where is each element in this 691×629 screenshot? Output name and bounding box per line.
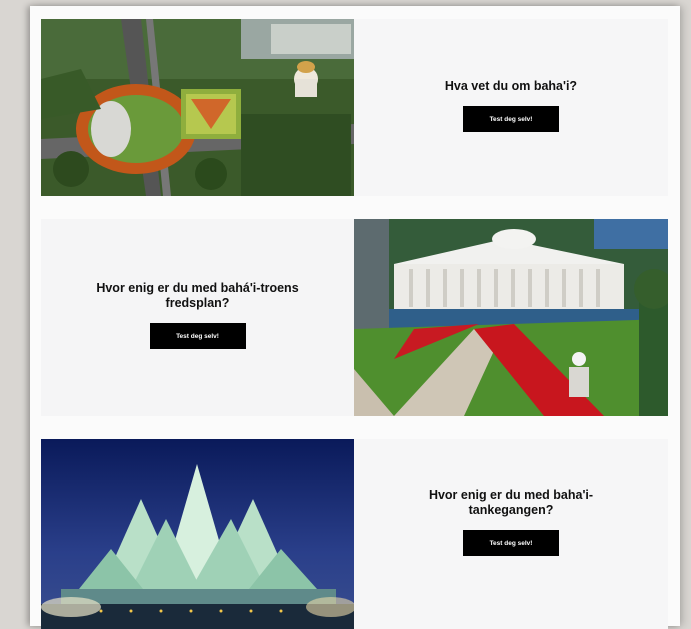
test-yourself-button[interactable]: Test deg selv! [149, 323, 246, 349]
page-frame: Hva vet du om baha'i? Test deg selv! Hvo… [30, 6, 680, 629]
section-heading: Hvor enig er du med bahá'i-troens fredsp… [96, 281, 299, 310]
quiz-cta-2: Hvor enig er du med bahá'i-troens fredsp… [41, 281, 354, 349]
quiz-section-1: Hva vet du om baha'i? Test deg selv! [41, 19, 668, 196]
quiz-section-2: Hvor enig er du med bahá'i-troens fredsp… [41, 219, 668, 416]
quiz-cta-1: Hva vet du om baha'i? Test deg selv! [354, 79, 668, 132]
section-heading: Hvor enig er du med baha'i-tankegangen? [428, 488, 594, 517]
quiz-cta-3: Hvor enig er du med baha'i-tankegangen? … [354, 488, 668, 556]
test-yourself-button[interactable]: Test deg selv! [463, 530, 559, 556]
white-building-garden-image [354, 219, 668, 416]
section-heading: Hva vet du om baha'i? [444, 79, 578, 93]
terraced-gardens-image [41, 19, 354, 196]
test-yourself-button[interactable]: Test deg selv! [463, 106, 559, 132]
lotus-temple-image [41, 439, 354, 629]
quiz-section-3: Hvor enig er du med baha'i-tankegangen? … [41, 439, 668, 629]
